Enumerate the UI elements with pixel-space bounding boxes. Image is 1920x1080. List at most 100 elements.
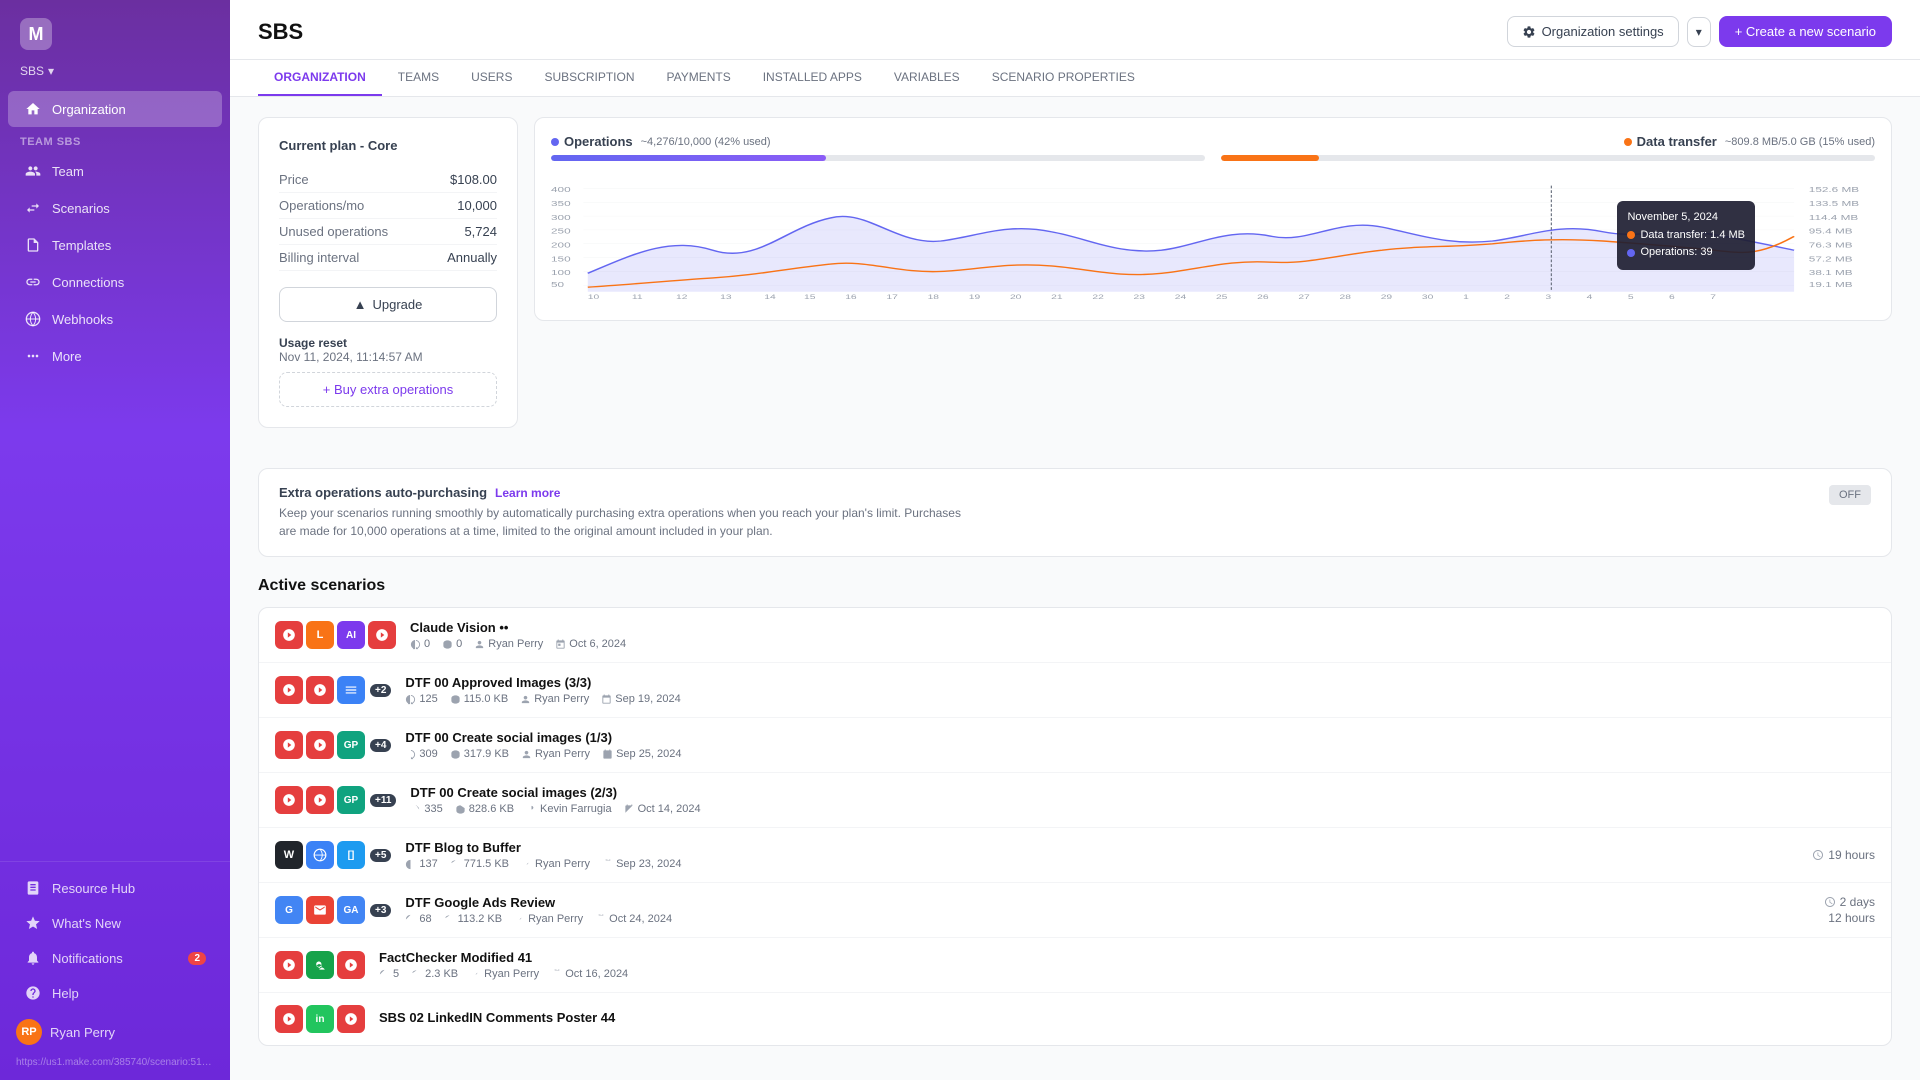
scenario-name: DTF Blog to Buffer: [405, 840, 1798, 855]
svg-text:21: 21: [1051, 293, 1063, 301]
sidebar: M SBS ▾ Organization TEAM SBS Team: [0, 0, 230, 1080]
tab-installed-apps[interactable]: INSTALLED APPS: [747, 60, 878, 96]
chart-svg: 400 350 300 250 200 150 100 50 152.6 MB …: [551, 181, 1875, 301]
plus-badge: +4: [370, 739, 391, 752]
scenario-row[interactable]: L AI Claude Vision ••: [259, 608, 1891, 663]
tab-teams[interactable]: TEAMS: [382, 60, 455, 96]
svg-text:350: 350: [551, 200, 571, 208]
svg-text:200: 200: [551, 241, 571, 249]
svg-text:20: 20: [1010, 293, 1022, 301]
scenario-app-icons: L AI: [275, 621, 396, 649]
sidebar-item-more[interactable]: More: [8, 338, 222, 374]
scenario-info: Claude Vision •• 0 0: [410, 620, 1875, 650]
svg-text:400: 400: [551, 186, 571, 194]
tab-scenario-properties[interactable]: SCENARIO PROPERTIES: [976, 60, 1151, 96]
svg-text:57.2 MB: 57.2 MB: [1809, 255, 1853, 263]
user-avatar: RP: [16, 1019, 42, 1045]
usage-reset: Usage reset Nov 11, 2024, 11:14:57 AM: [279, 336, 497, 364]
sidebar-item-notifications[interactable]: Notifications 2: [8, 941, 222, 975]
plus-badge: +5: [370, 849, 391, 862]
whats-new-icon: [24, 914, 42, 932]
svg-text:24: 24: [1175, 293, 1187, 301]
svg-text:152.6 MB: 152.6 MB: [1809, 186, 1860, 194]
scenario-row[interactable]: GP +4 DTF 00 Create social images (1/3) …: [259, 718, 1891, 773]
scenario-row[interactable]: W [] +5 DTF Blog to Buffer: [259, 828, 1891, 883]
app-icon: [306, 841, 334, 869]
scenario-row[interactable]: FactChecker Modified 41 5 2.3 KB: [259, 938, 1891, 993]
app-icon: [306, 951, 334, 979]
scenario-info: DTF 00 Create social images (1/3) 309 31…: [405, 730, 1875, 760]
sidebar-item-scenarios[interactable]: Scenarios: [8, 190, 222, 226]
scenarios-list: L AI Claude Vision ••: [258, 607, 1892, 1046]
sidebar-item-help[interactable]: Help: [8, 976, 222, 1010]
app-icon: [337, 676, 365, 704]
scenario-row[interactable]: GP +11 DTF 00 Create social images (2/3)…: [259, 773, 1891, 828]
content-area: Current plan - Core Price $108.00 Operat…: [230, 97, 1920, 1080]
scenario-app-icons: G GA +3: [275, 896, 391, 924]
sidebar-logo: M: [0, 0, 230, 60]
scenario-row[interactable]: G GA +3 DTF Google Ads Review: [259, 883, 1891, 938]
sidebar-item-whats-new[interactable]: What's New: [8, 906, 222, 940]
auto-purchase-section: Extra operations auto-purchasing Learn m…: [258, 468, 1892, 557]
top-grid: Current plan - Core Price $108.00 Operat…: [258, 117, 1892, 448]
tab-organization[interactable]: ORGANIZATION: [258, 60, 382, 96]
learn-more-link[interactable]: Learn more: [495, 486, 560, 500]
upgrade-button[interactable]: ▲ Upgrade: [279, 287, 497, 322]
user-row[interactable]: RP Ryan Perry: [0, 1011, 230, 1053]
scenario-meta: 0 0 Ryan Perry: [410, 638, 1875, 650]
data-bar-fill: [1221, 155, 1319, 161]
scenario-row[interactable]: +2 DTF 00 Approved Images (3/3) 125: [259, 663, 1891, 718]
tab-payments[interactable]: PAYMENTS: [650, 60, 746, 96]
sidebar-item-connections[interactable]: Connections: [8, 264, 222, 300]
plan-row-unused: Unused operations 5,724: [279, 219, 497, 245]
app-icon: GP: [337, 731, 365, 759]
app-icon: [275, 676, 303, 704]
org-selector[interactable]: SBS ▾: [0, 60, 230, 86]
plus-badge: +2: [370, 684, 391, 697]
tab-users[interactable]: USERS: [455, 60, 528, 96]
scenario-time: 2 days 12 hours: [1824, 895, 1875, 925]
tab-variables[interactable]: VARIABLES: [878, 60, 976, 96]
app-icon: [337, 951, 365, 979]
settings-icon: [1522, 25, 1536, 39]
sidebar-item-team[interactable]: Team: [8, 153, 222, 189]
sidebar-item-organization[interactable]: Organization: [8, 91, 222, 127]
svg-text:76.3 MB: 76.3 MB: [1809, 241, 1853, 249]
svg-text:22: 22: [1092, 293, 1104, 301]
svg-text:5: 5: [1628, 293, 1634, 301]
resource-hub-icon: [24, 879, 42, 897]
scenario-row[interactable]: in SBS 02 LinkedIN Comments Poster 44: [259, 993, 1891, 1045]
data-transfer-chart-header: Data transfer ~809.8 MB/5.0 GB (15% used…: [1624, 134, 1875, 149]
tab-subscription[interactable]: SUBSCRIPTION: [528, 60, 650, 96]
app-icon: [368, 621, 396, 649]
scenario-info: DTF 00 Create social images (2/3) 335 82…: [410, 785, 1875, 815]
svg-text:14: 14: [764, 293, 776, 301]
data-transfer-dot: [1624, 138, 1632, 146]
auto-purchase-content: Extra operations auto-purchasing Learn m…: [279, 485, 979, 540]
auto-purchase-toggle[interactable]: OFF: [1829, 485, 1871, 505]
svg-text:114.4 MB: 114.4 MB: [1809, 214, 1859, 222]
plus-badge: +11: [370, 794, 396, 807]
svg-text:38.1 MB: 38.1 MB: [1809, 269, 1853, 277]
charts-card: Operations ~4,276/10,000 (42% used) Data…: [534, 117, 1892, 321]
scenario-name: FactChecker Modified 41: [379, 950, 1875, 965]
home-icon: [24, 100, 42, 118]
charts-header-row: Operations ~4,276/10,000 (42% used) Data…: [551, 134, 1875, 149]
create-scenario-button[interactable]: + Create a new scenario: [1719, 16, 1892, 47]
plus-badge: +3: [370, 904, 391, 917]
svg-text:10: 10: [588, 293, 600, 301]
svg-text:19.1 MB: 19.1 MB: [1809, 281, 1853, 289]
buy-extra-ops-button[interactable]: + Buy extra operations: [279, 372, 497, 407]
more-icon: [24, 347, 42, 365]
org-settings-dropdown-button[interactable]: ▾: [1687, 17, 1711, 47]
scenario-meta: 335 828.6 KB Kevin Farrugia: [410, 803, 1875, 815]
sidebar-item-templates[interactable]: Templates: [8, 227, 222, 263]
svg-text:3: 3: [1545, 293, 1551, 301]
auto-purchase-title: Extra operations auto-purchasing Learn m…: [279, 485, 979, 500]
svg-text:250: 250: [551, 228, 571, 236]
sidebar-item-webhooks[interactable]: Webhooks: [8, 301, 222, 337]
app-icon: L: [306, 621, 334, 649]
org-settings-button[interactable]: Organization settings: [1507, 16, 1679, 47]
ops-title: Operations: [551, 134, 633, 149]
sidebar-item-resource-hub[interactable]: Resource Hub: [8, 871, 222, 905]
